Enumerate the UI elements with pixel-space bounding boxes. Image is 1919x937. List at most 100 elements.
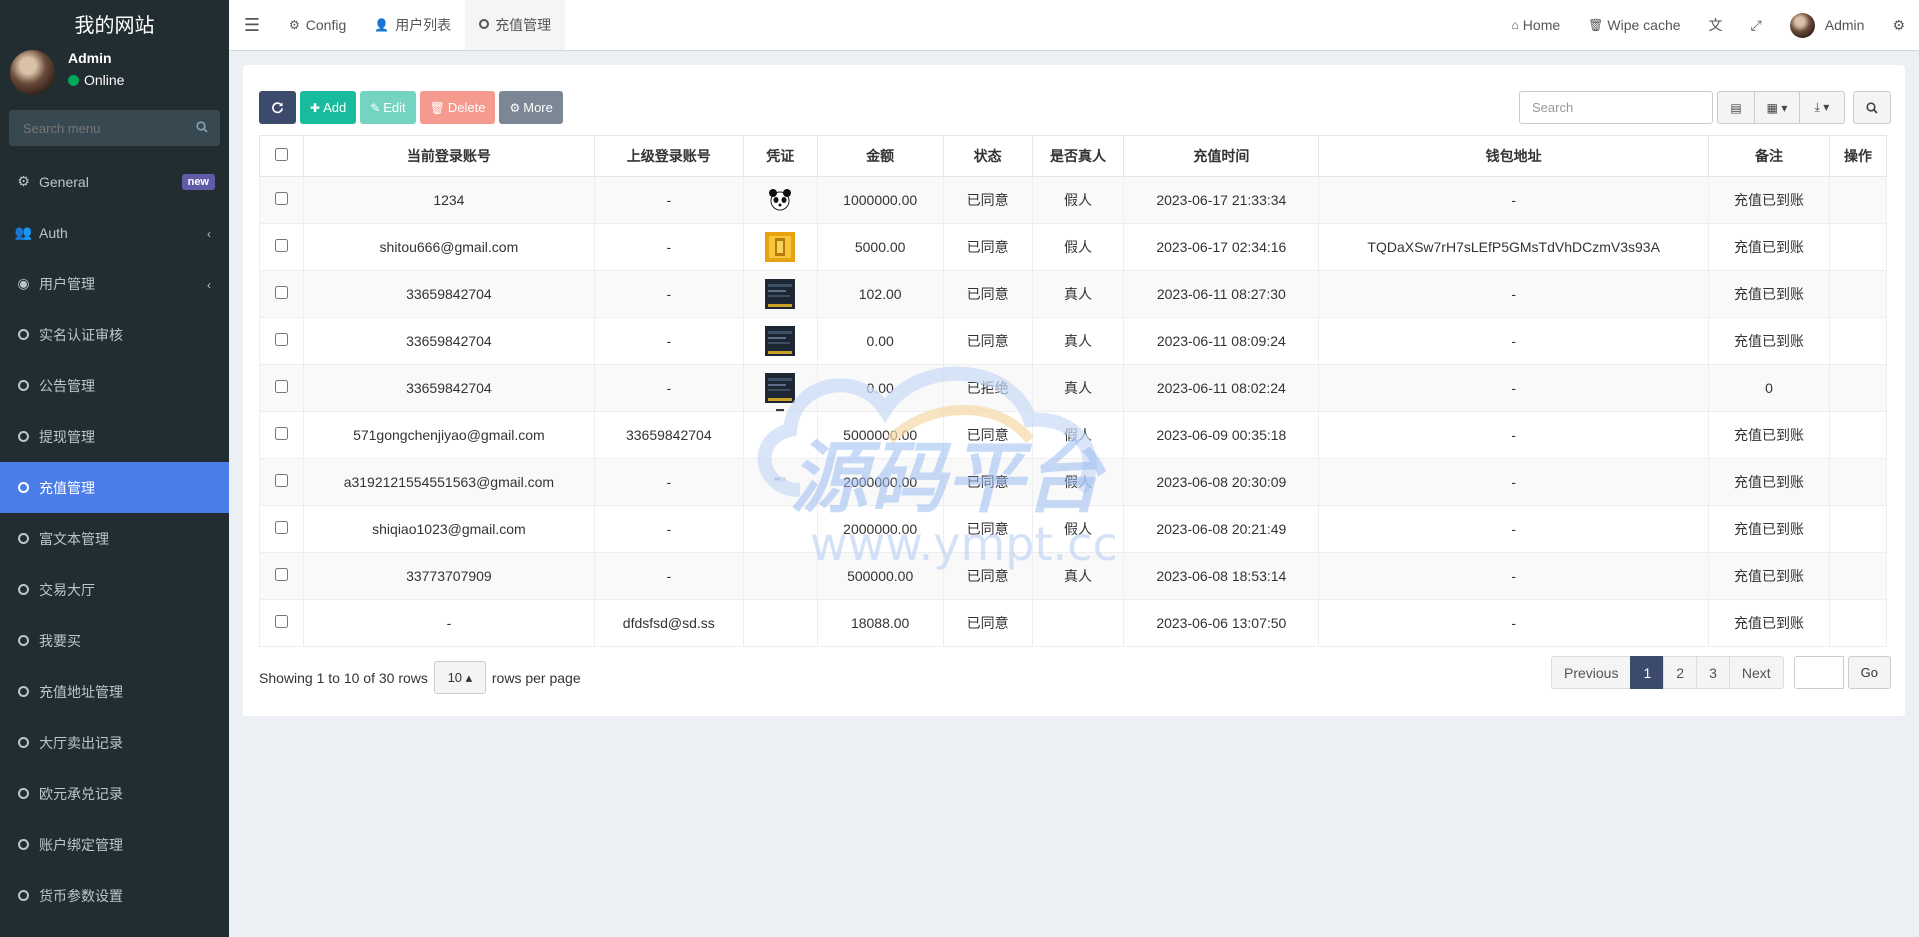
row-checkbox[interactable] xyxy=(274,286,288,299)
sidebar-item-12[interactable]: 欧元承兑记录 xyxy=(0,768,229,819)
col-remark[interactable]: 备注 xyxy=(1708,135,1830,177)
sidebar-item-8[interactable]: 交易大厅 xyxy=(0,564,229,615)
menu-toggle-icon[interactable]: ☰ xyxy=(229,0,275,50)
row-checkbox[interactable] xyxy=(274,427,288,440)
wipe-cache-button[interactable]: 🗑 Wipe cache xyxy=(1574,0,1694,50)
sidebar-item-5[interactable]: 提现管理 xyxy=(0,411,229,462)
cell-proof[interactable] xyxy=(742,552,818,600)
col-real[interactable]: 是否真人 xyxy=(1031,135,1125,177)
circle-icon xyxy=(16,378,31,393)
row-checkbox[interactable] xyxy=(274,521,288,534)
online-dot-icon xyxy=(68,74,79,86)
sidebar-item-3[interactable]: 实名认证审核 xyxy=(0,309,229,360)
table-row[interactable]: 571gongchenjiyao@gmail.com 33659842704 500… xyxy=(259,409,1888,459)
cell-status: 已同意 xyxy=(942,599,1033,647)
search-toggle-button[interactable] xyxy=(1853,91,1891,124)
table-search-input[interactable]: Search xyxy=(1519,91,1713,124)
fullscreen-button[interactable]: ⤢ xyxy=(1737,0,1776,50)
cell-proof[interactable] xyxy=(742,458,818,506)
tab-config[interactable]: ⚙ Config xyxy=(275,0,360,50)
col-amount[interactable]: 金额 xyxy=(816,135,944,177)
table-row[interactable]: - dfdsfsd@sd.ss 18088.00 已同意 2023-06-06 13:0… xyxy=(259,599,1888,647)
export-button[interactable]: ⤓ ▾ xyxy=(1799,91,1845,124)
cell-proof[interactable] xyxy=(742,364,818,412)
sidebar-item-4[interactable]: 公告管理 xyxy=(0,360,229,411)
search-menu-input[interactable] xyxy=(9,110,220,146)
page-2[interactable]: 2 xyxy=(1663,656,1698,689)
edit-label: Edit xyxy=(383,100,406,115)
add-button[interactable]: ✚ Add xyxy=(300,91,357,124)
refresh-button[interactable] xyxy=(259,91,296,124)
row-checkbox[interactable] xyxy=(274,333,288,346)
select-all-checkbox[interactable] xyxy=(274,148,288,161)
columns-button[interactable]: ▦ ▾ xyxy=(1754,91,1800,124)
sidebar-item-13[interactable]: 账户绑定管理 xyxy=(0,819,229,870)
edit-button[interactable]: ✎ Edit xyxy=(360,91,416,124)
page-jump-input[interactable] xyxy=(1793,656,1844,689)
cell-proof[interactable] xyxy=(742,223,818,271)
row-checkbox[interactable] xyxy=(274,615,288,628)
col-status[interactable]: 状态 xyxy=(942,135,1033,177)
tab-recharge[interactable]: 充值管理 xyxy=(465,0,566,50)
toggle-view-button[interactable]: ▤ xyxy=(1717,91,1755,124)
cell-actions xyxy=(1828,411,1888,459)
col-actions[interactable]: 操作 xyxy=(1828,135,1888,177)
sidebar-item-0[interactable]: ⚙ General new xyxy=(0,156,229,207)
site-logo[interactable]: 我的网站 xyxy=(0,0,229,50)
tab-label: Config xyxy=(305,17,347,33)
table-row[interactable]: 33773707909-500000.00 已同意 真人 2023-06-08 18:… xyxy=(259,552,1888,600)
sidebar-item-11[interactable]: 大厅卖出记录 xyxy=(0,717,229,768)
sidebar-item-9[interactable]: 我要买 xyxy=(0,615,229,666)
home-link[interactable]: ⌂ Home xyxy=(1498,0,1575,50)
sidebar-item-2[interactable]: ◉ 用户管理 ‹ xyxy=(0,258,229,309)
cell-proof[interactable] xyxy=(742,176,818,224)
page-previous[interactable]: Previous xyxy=(1551,656,1632,689)
cell-parent: - xyxy=(593,364,744,412)
sidebar-item-6[interactable]: 充值管理 xyxy=(0,462,229,513)
cell-actions xyxy=(1828,552,1888,600)
table-row[interactable]: 1234-1000000.00 已同意 假人 2023-06-17 21:33:34-… xyxy=(259,176,1888,224)
col-wallet[interactable]: 钱包地址 xyxy=(1318,135,1710,177)
sidebar-item-10[interactable]: 充值地址管理 xyxy=(0,666,229,717)
sidebar-item-7[interactable]: 富文本管理 xyxy=(0,513,229,564)
pencil-icon: ✎ xyxy=(370,100,381,115)
col-parent[interactable]: 上级登录账号 xyxy=(593,135,744,177)
admin-menu[interactable]: Admin xyxy=(1776,0,1879,50)
cell-real: 假人 xyxy=(1031,411,1125,459)
rows-per-page-text: rows per page xyxy=(491,669,581,686)
col-time[interactable]: 充值时间 xyxy=(1123,135,1320,177)
rows-per-page-select[interactable]: 10 ▴ xyxy=(433,661,486,694)
page-1[interactable]: 1 xyxy=(1630,656,1665,689)
table-row[interactable]: a3192121554551563@gmail.com -2000000.00 已同… xyxy=(259,458,1888,506)
search-icon[interactable] xyxy=(196,121,208,133)
table-row[interactable]: 33659842704-0.00 已拒绝 真人 2023-06-11 08:02:24… xyxy=(259,364,1888,412)
table-row[interactable]: 33659842704-0.00 已同意 真人 2023-06-11 08:09:24… xyxy=(259,317,1888,365)
cell-proof[interactable] xyxy=(742,270,818,318)
row-checkbox[interactable] xyxy=(274,474,288,487)
cell-proof[interactable] xyxy=(742,505,818,553)
cell-proof[interactable] xyxy=(742,317,818,365)
table-row[interactable]: 33659842704-102.00 已同意 真人 2023-06-11 08:27:… xyxy=(259,270,1888,318)
table-row[interactable]: shiqiao1023@gmail.com -2000000.00 已同意 假人 202… xyxy=(259,505,1888,553)
settings-button[interactable]: ⚙ xyxy=(1878,0,1919,50)
sidebar-item-14[interactable]: 货币参数设置 xyxy=(0,870,229,921)
page-3[interactable]: 3 xyxy=(1696,656,1730,689)
row-checkbox[interactable] xyxy=(274,380,288,393)
cell-real: 假人 xyxy=(1031,223,1125,271)
table-row[interactable]: shitou666@gmail.com - 5000.00 已同意 假人 2023-06-… xyxy=(259,223,1888,271)
page-go-button[interactable]: Go xyxy=(1847,656,1891,689)
col-proof[interactable]: 凭证 xyxy=(742,135,818,177)
col-account[interactable]: 当前登录账号 xyxy=(302,135,595,177)
tab-user-list[interactable]: 👤 用户列表 xyxy=(360,0,465,50)
more-button[interactable]: ⚙ More xyxy=(499,91,563,124)
sidebar-item-1[interactable]: 👥 Auth ‹ xyxy=(0,207,229,258)
cell-proof[interactable] xyxy=(742,409,818,459)
row-checkbox[interactable] xyxy=(274,568,288,581)
cell-proof[interactable] xyxy=(742,599,818,647)
row-checkbox[interactable] xyxy=(274,239,288,252)
language-button[interactable]: 文 xyxy=(1695,0,1737,50)
row-checkbox[interactable] xyxy=(274,192,288,205)
circle-icon xyxy=(16,531,31,546)
page-next[interactable]: Next xyxy=(1728,656,1784,689)
delete-button[interactable]: 🗑 Delete xyxy=(419,91,496,124)
